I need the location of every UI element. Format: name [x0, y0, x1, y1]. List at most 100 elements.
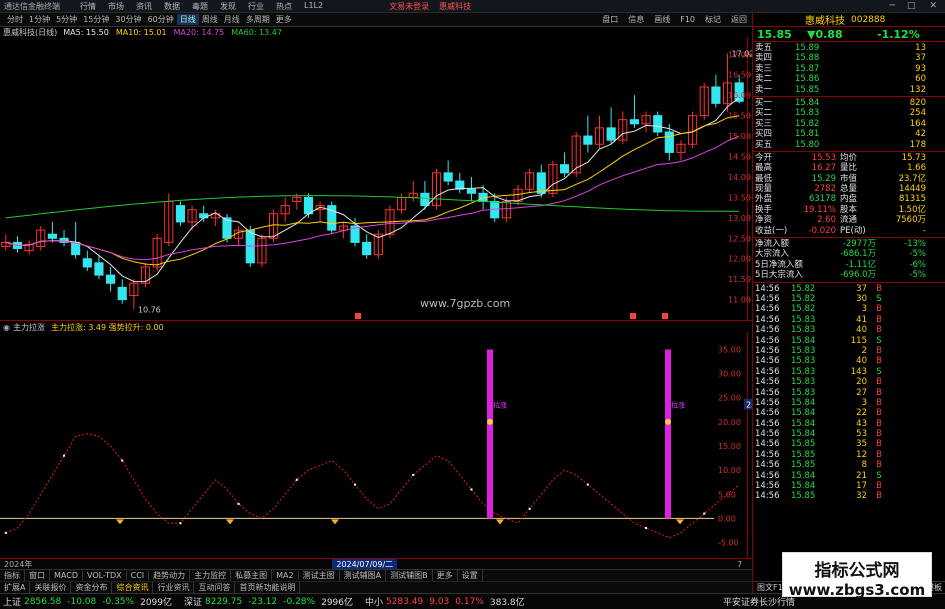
indicator-tab-5[interactable]: 趋势动力	[149, 570, 191, 581]
sub-chart[interactable]: 35.0030.0025.0020.0015.0010.005.000.00-5…	[0, 332, 752, 560]
signal-triangle[interactable]	[331, 519, 339, 525]
indicator-tab-12[interactable]: 更多	[433, 570, 458, 581]
tick-row-cell: 15.84	[791, 481, 816, 492]
oscillator-dot	[354, 483, 357, 486]
candle-down	[420, 192, 430, 207]
tick-row-cell: 14:56	[755, 429, 780, 440]
info-tab-5[interactable]: 互动问答	[194, 582, 236, 593]
title-menu-item-1[interactable]: 市场	[102, 1, 130, 12]
indicator-tab-1[interactable]: 窗口	[25, 570, 50, 581]
info-tab-3[interactable]: 综合资讯	[112, 582, 154, 593]
timeframe-2[interactable]: 5分钟	[53, 14, 80, 25]
tool-4[interactable]: 标记	[700, 14, 726, 25]
index-name[interactable]: 深证	[184, 595, 202, 608]
tool-2[interactable]: 画线	[649, 14, 675, 25]
ask-row-cell: 卖三	[755, 63, 773, 74]
stat-row-cell: 15.53	[811, 152, 836, 163]
timeframe-6[interactable]: 日线	[176, 14, 199, 25]
minimize-icon[interactable]: ─	[884, 1, 901, 11]
tool-1[interactable]: 信息	[623, 14, 649, 25]
info-tab-4[interactable]: 行业资讯	[153, 582, 195, 593]
title-menu-item-3[interactable]: 数据	[158, 1, 186, 12]
tool-5[interactable]: 返回	[726, 14, 752, 25]
indicator-tab-4[interactable]: CCI	[127, 571, 150, 580]
tick-row: 14:56 15.83 2 B	[753, 346, 945, 356]
title-menu-item-2[interactable]: 资讯	[130, 1, 158, 12]
candle-down	[47, 233, 57, 239]
timeframe-4[interactable]: 30分钟	[112, 14, 144, 25]
indicator-tab-6[interactable]: 主力监控	[190, 570, 232, 581]
sub-indicator-name[interactable]: 主力拉涨	[13, 322, 45, 333]
indicator-tab-7[interactable]: 私募主图	[231, 570, 273, 581]
timeframe-5[interactable]: 60分钟	[145, 14, 177, 25]
timeframe-9[interactable]: 多周期	[243, 14, 273, 25]
signal-triangle[interactable]	[676, 519, 684, 525]
tick-row-cell: 15.82	[791, 304, 816, 315]
ask-row: 卖五 15.89 13	[753, 43, 945, 53]
signal-triangle[interactable]	[116, 519, 124, 525]
tool-3[interactable]: F10	[675, 15, 700, 24]
tick-row-cell: 15.84	[791, 335, 816, 346]
main-chart[interactable]: 17.0016.5016.0015.5015.0014.5014.0013.50…	[0, 37, 752, 321]
indicator-tab-11[interactable]: 测试辅图B	[386, 570, 433, 581]
timeframe-0[interactable]: 分时	[4, 14, 26, 25]
top-user[interactable]: 惠威科技	[439, 1, 471, 12]
info-tab-6[interactable]: 首页新功能说明	[235, 582, 301, 593]
title-menu-item-0[interactable]: 行情	[74, 1, 102, 12]
title-menu-item-5[interactable]: 发现	[214, 1, 242, 12]
ma-label-0: MA5: 15.50	[63, 27, 109, 37]
indicator-tab-8[interactable]: MA2	[272, 571, 299, 580]
title-menu-item-7[interactable]: 热点	[270, 1, 298, 12]
oscillator-dot	[121, 459, 124, 462]
tick-row-cell: B	[876, 439, 882, 450]
flow-row-cell: -686.1万	[840, 249, 876, 260]
tick-row-cell: 14:56	[755, 345, 780, 356]
info-tab-0[interactable]: 扩展A	[0, 582, 31, 593]
indicator-tab-3[interactable]: VOL-TDX	[83, 571, 127, 580]
tool-0[interactable]: 盘口	[597, 14, 623, 25]
tick-row-cell: 41	[856, 314, 867, 325]
tick-row-cell: 35	[856, 439, 867, 450]
tick-row-cell: 143	[850, 366, 867, 377]
tick-row-cell: 15.85	[791, 491, 816, 502]
info-tab-1[interactable]: 关联报价	[30, 582, 72, 593]
flow-row: 大宗流入 -686.1万 -5%	[753, 249, 945, 259]
tick-row-cell: 14:56	[755, 491, 780, 502]
timeframe-3[interactable]: 15分钟	[80, 14, 112, 25]
index-name[interactable]: 中小	[365, 595, 383, 608]
tick-list[interactable]: 14:56 15.82 37 B 14:56 15.82 30 S 14:56 15.82 3 B 14…	[753, 283, 945, 503]
index-name[interactable]: 上证	[3, 595, 21, 608]
title-menu-item-4[interactable]: 毒题	[186, 1, 214, 12]
login-notice[interactable]: 文易未登录	[389, 1, 429, 12]
timeframe-8[interactable]: 月线	[221, 14, 243, 25]
event-marker[interactable]	[630, 313, 636, 319]
candle-down	[303, 196, 314, 215]
signal-triangle[interactable]	[226, 519, 234, 525]
indicator-tab-0[interactable]: 指标	[0, 570, 25, 581]
tick-row-cell: 14:56	[755, 335, 780, 346]
tick-row-cell: 43	[856, 418, 867, 429]
tick-row: 14:56 15.83 41 B	[753, 315, 945, 325]
indicator-tab-13[interactable]: 设置	[458, 570, 483, 581]
bid-row-cell: 178	[909, 139, 926, 150]
indicator-tab-9[interactable]: 测试主图	[299, 570, 340, 581]
ask-row: 卖一 15.85 132	[753, 85, 945, 95]
timeframe-10[interactable]: 更多	[273, 14, 295, 25]
timeframe-7[interactable]: 周线	[199, 14, 221, 25]
price-pct: -1.12%	[877, 27, 920, 41]
timeframe-1[interactable]: 1分钟	[26, 14, 53, 25]
index-amount: 2996亿	[321, 598, 353, 608]
info-tab-2[interactable]: 资金分布	[71, 582, 113, 593]
indicator-tab-2[interactable]: MACD	[50, 571, 83, 580]
maximize-icon[interactable]: □	[901, 1, 922, 11]
oscillator-dot	[586, 483, 589, 486]
title-menu-item-8[interactable]: L1L2	[298, 1, 329, 12]
event-marker[interactable]	[662, 313, 668, 319]
signal-triangle[interactable]	[496, 519, 504, 525]
title-menu-item-6[interactable]: 行业	[242, 1, 270, 12]
indicator-tab-10[interactable]: 测试辅图A	[340, 570, 387, 581]
sub-tick-text: 10.00	[718, 466, 741, 475]
close-icon[interactable]: ✕	[921, 1, 945, 11]
event-marker[interactable]	[355, 313, 361, 319]
candle-down	[117, 286, 127, 301]
